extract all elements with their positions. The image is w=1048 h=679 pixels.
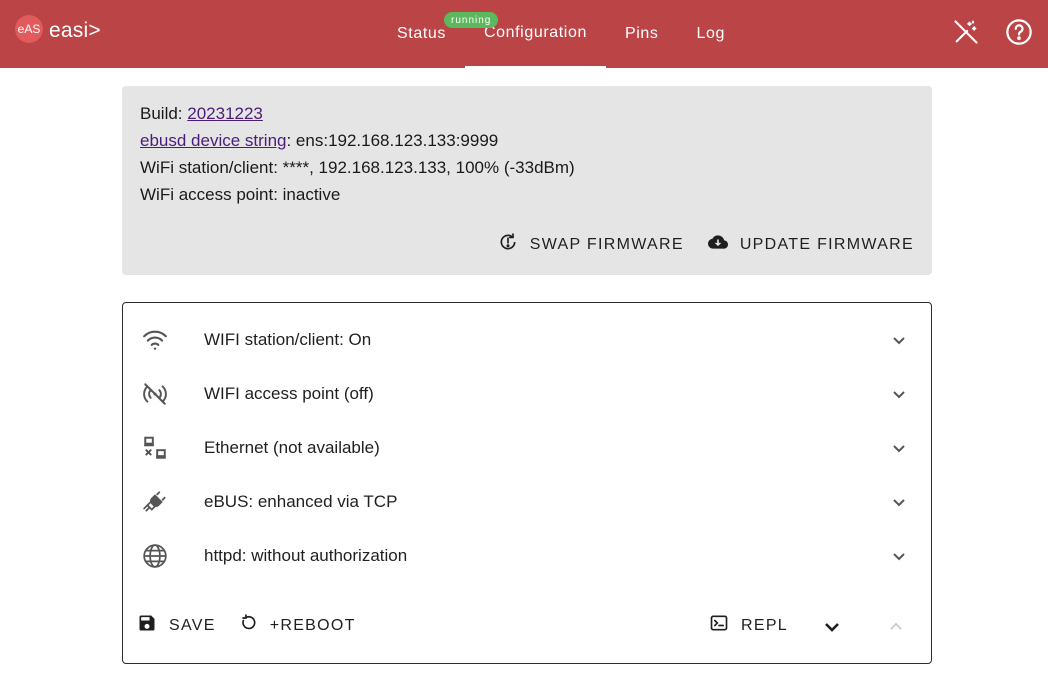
plug-icon <box>141 488 169 516</box>
chevron-down-icon[interactable] <box>887 328 911 352</box>
build-line: Build: 20231223 <box>140 104 263 123</box>
expand-chevron-icon[interactable] <box>820 615 844 639</box>
restart-icon <box>238 613 258 638</box>
firmware-actions: SWAP FIRMWARE UPDATE FIRMWARE <box>498 232 914 257</box>
wifi-icon <box>141 326 169 354</box>
swap-firmware-button[interactable]: SWAP FIRMWARE <box>498 232 684 257</box>
brand-name: easi> <box>49 19 101 42</box>
device-string-value: : ens:192.168.123.133:9999 <box>286 131 499 150</box>
config-item-label: httpd: without authorization <box>204 546 408 565</box>
app-header: eAS easi> Status Configuration Pins Log … <box>0 0 1048 68</box>
config-panel: WIFI station/client: On WIFI access poin… <box>122 302 932 664</box>
logo: eAS <box>15 15 43 43</box>
wifi-station-info: WiFi station/client: ****, 192.168.123.1… <box>140 158 575 177</box>
chevron-up-icon[interactable] <box>884 615 908 639</box>
chevron-down-icon[interactable] <box>887 382 911 406</box>
save-reboot-button[interactable]: +REBOOT <box>238 613 356 638</box>
cloud-download-icon <box>707 232 728 257</box>
config-item-ebus[interactable]: eBUS: enhanced via TCP <box>123 475 931 529</box>
swap-icon <box>498 232 518 257</box>
wand-off-icon[interactable] <box>952 18 980 46</box>
floppy-icon <box>137 613 157 638</box>
config-item-label: eBUS: enhanced via TCP <box>204 492 398 511</box>
status-badge: running <box>444 12 499 28</box>
config-item-ethernet[interactable]: Ethernet (not available) <box>123 421 931 475</box>
brand[interactable]: eAS easi> <box>15 13 101 43</box>
main-tabs: Status Configuration Pins Log <box>378 0 744 68</box>
help-circle-icon[interactable] <box>1005 18 1033 46</box>
console-icon <box>709 613 729 638</box>
wifi-ap-off-icon <box>141 380 169 408</box>
config-item-label: WIFI access point (off) <box>204 384 374 403</box>
chevron-down-icon[interactable] <box>887 490 911 514</box>
tab-status[interactable]: Status <box>378 0 465 68</box>
device-string-link[interactable]: ebusd device string <box>140 131 286 150</box>
tab-pins[interactable]: Pins <box>606 0 678 68</box>
config-item-label: Ethernet (not available) <box>204 438 380 457</box>
chevron-down-icon[interactable] <box>887 436 911 460</box>
config-item-httpd[interactable]: httpd: without authorization <box>123 529 931 583</box>
save-button[interactable]: SAVE <box>137 613 216 638</box>
build-info-card: Build: 20231223 ebusd device string: ens… <box>122 86 932 275</box>
config-actions: SAVE +REBOOT <box>137 613 356 638</box>
globe-icon <box>141 542 169 570</box>
config-item-label: WIFI station/client: On <box>204 330 372 349</box>
update-firmware-button[interactable]: UPDATE FIRMWARE <box>707 232 914 257</box>
wifi-ap-info: WiFi access point: inactive <box>140 185 341 204</box>
config-item-wifi-station[interactable]: WIFI station/client: On <box>123 313 931 367</box>
config-item-wifi-ap[interactable]: WIFI access point (off) <box>123 367 931 421</box>
chevron-down-icon[interactable] <box>887 544 911 568</box>
build-link[interactable]: 20231223 <box>187 104 263 123</box>
device-string-line: ebusd device string: ens:192.168.123.133… <box>140 127 914 154</box>
tab-log[interactable]: Log <box>677 0 744 68</box>
lan-disconnect-icon <box>141 434 169 462</box>
repl-button[interactable]: REPL <box>709 613 788 638</box>
tab-configuration[interactable]: Configuration <box>464 0 606 68</box>
